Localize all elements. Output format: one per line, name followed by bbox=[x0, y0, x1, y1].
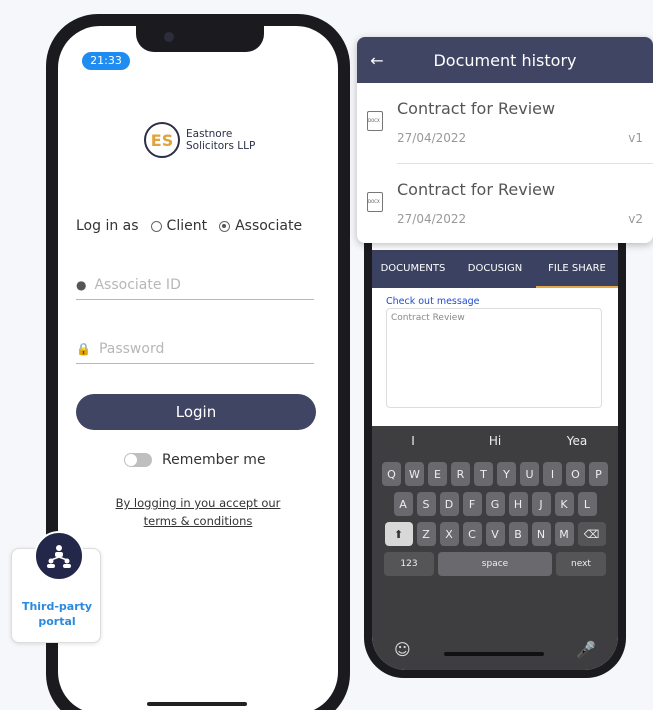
user-icon: ● bbox=[76, 277, 87, 292]
key[interactable]: Y bbox=[497, 462, 516, 486]
terms-line1[interactable]: By logging in you accept our bbox=[58, 494, 338, 512]
logo-line2: Solicitors LLP bbox=[186, 140, 256, 152]
key[interactable]: C bbox=[462, 522, 482, 546]
suggestion-3[interactable]: Yea bbox=[536, 434, 618, 448]
home-indicator bbox=[147, 702, 247, 706]
message-input[interactable]: Contract Review bbox=[386, 308, 602, 408]
third-party-line2[interactable]: portal bbox=[12, 614, 102, 629]
key[interactable]: G bbox=[485, 492, 505, 516]
document-date: 27/04/2022 bbox=[397, 131, 467, 145]
document-item[interactable]: Contract for Review 27/04/2022 v2 bbox=[367, 163, 653, 243]
keyboard: I Hi Yea Q W E R T Y U I O P A S D F G H… bbox=[372, 426, 618, 670]
emoji-icon[interactable]: ☺ bbox=[394, 640, 411, 659]
key-row-2: A S D F G H J K L bbox=[372, 492, 618, 516]
third-party-line1[interactable]: Third-party bbox=[12, 599, 102, 614]
key[interactable]: V bbox=[485, 522, 505, 546]
next-key[interactable]: next bbox=[556, 552, 606, 576]
login-as-row: Log in as Client Associate bbox=[76, 218, 302, 234]
suggestion-bar: I Hi Yea bbox=[372, 426, 618, 456]
key[interactable]: O bbox=[566, 462, 585, 486]
login-as-label: Log in as bbox=[76, 218, 139, 234]
associate-id-placeholder[interactable]: Associate ID bbox=[94, 277, 180, 293]
document-history-title: Document history bbox=[433, 50, 577, 70]
key[interactable]: S bbox=[416, 492, 436, 516]
third-party-portal-card[interactable]: Third-party portal bbox=[11, 531, 102, 643]
document-name[interactable]: Contract for Review bbox=[397, 99, 555, 118]
password-field[interactable]: 🔒 Password bbox=[76, 334, 314, 364]
logo-text: Eastnore Solicitors LLP bbox=[186, 128, 255, 152]
key[interactable]: T bbox=[474, 462, 493, 486]
remember-toggle[interactable] bbox=[124, 453, 152, 467]
key[interactable]: P bbox=[589, 462, 608, 486]
key[interactable]: L bbox=[577, 492, 597, 516]
key[interactable]: X bbox=[439, 522, 459, 546]
numbers-key[interactable]: 123 bbox=[384, 552, 434, 576]
message-label: Check out message bbox=[386, 296, 480, 307]
key[interactable]: H bbox=[508, 492, 528, 516]
key[interactable]: Q bbox=[382, 462, 401, 486]
docx-file-icon bbox=[367, 111, 383, 131]
document-history-header: ← Document history bbox=[357, 37, 653, 83]
key[interactable]: K bbox=[554, 492, 574, 516]
key[interactable]: F bbox=[462, 492, 482, 516]
option-client-label[interactable]: Client bbox=[167, 218, 208, 234]
document-version: v1 bbox=[628, 131, 643, 145]
terms-line2[interactable]: terms & conditions bbox=[58, 512, 338, 530]
space-key[interactable]: space bbox=[438, 552, 552, 576]
key-row-4: 123 space next bbox=[372, 552, 618, 576]
remember-label: Remember me bbox=[162, 452, 266, 468]
remember-row: Remember me bbox=[124, 452, 266, 468]
key[interactable]: N bbox=[531, 522, 551, 546]
key[interactable]: J bbox=[531, 492, 551, 516]
document-history-card: ← Document history Contract for Review 2… bbox=[357, 37, 653, 243]
key-row-1: Q W E R T Y U I O P bbox=[372, 462, 618, 486]
suggestion-1[interactable]: I bbox=[372, 434, 454, 448]
key[interactable]: U bbox=[520, 462, 539, 486]
shift-key-icon[interactable]: ⬆ bbox=[384, 522, 413, 546]
back-arrow-icon[interactable]: ← bbox=[357, 51, 397, 70]
terms-link[interactable]: By logging in you accept our terms & con… bbox=[58, 494, 338, 530]
key[interactable]: Z bbox=[416, 522, 436, 546]
tab-bar: DOCUMENTS DOCUSIGN FILE SHARE bbox=[372, 250, 618, 288]
status-time: 21:33 bbox=[82, 52, 130, 70]
associate-id-field[interactable]: ● Associate ID bbox=[76, 270, 314, 300]
backspace-key-icon[interactable]: ⌫ bbox=[577, 522, 606, 546]
keyboard-bottom-bar: ☺ 🎤 bbox=[372, 626, 618, 670]
document-version: v2 bbox=[628, 212, 643, 226]
tab-documents[interactable]: DOCUMENTS bbox=[372, 250, 454, 288]
key[interactable]: E bbox=[428, 462, 447, 486]
radio-client[interactable] bbox=[150, 220, 162, 232]
third-party-label[interactable]: Third-party portal bbox=[12, 599, 102, 629]
network-icon bbox=[34, 531, 84, 581]
radio-associate[interactable] bbox=[219, 220, 231, 232]
brand-logo: ES Eastnore Solicitors LLP bbox=[144, 122, 255, 158]
login-button[interactable]: Login bbox=[76, 394, 316, 430]
key[interactable]: B bbox=[508, 522, 528, 546]
document-name[interactable]: Contract for Review bbox=[397, 180, 555, 199]
logo-line1: Eastnore bbox=[186, 128, 233, 140]
document-date: 27/04/2022 bbox=[397, 212, 467, 226]
key[interactable]: M bbox=[554, 522, 574, 546]
password-placeholder[interactable]: Password bbox=[99, 341, 164, 357]
suggestion-2[interactable]: Hi bbox=[454, 434, 536, 448]
tab-docusign[interactable]: DOCUSIGN bbox=[454, 250, 536, 288]
key[interactable]: W bbox=[405, 462, 424, 486]
home-indicator bbox=[444, 652, 544, 656]
key[interactable]: R bbox=[451, 462, 470, 486]
tab-file-share[interactable]: FILE SHARE bbox=[536, 250, 618, 288]
logo-badge: ES bbox=[144, 122, 180, 158]
key[interactable]: D bbox=[439, 492, 459, 516]
docx-file-icon bbox=[367, 192, 383, 212]
microphone-icon[interactable]: 🎤 bbox=[576, 640, 596, 659]
document-item[interactable]: Contract for Review 27/04/2022 v1 bbox=[357, 83, 653, 163]
lock-icon: 🔒 bbox=[76, 341, 91, 356]
key[interactable]: I bbox=[543, 462, 562, 486]
option-associate-label[interactable]: Associate bbox=[235, 218, 302, 234]
key-row-3: ⬆ Z X C V B N M ⌫ bbox=[372, 522, 618, 546]
notch bbox=[136, 26, 264, 52]
key[interactable]: A bbox=[393, 492, 413, 516]
camera-icon bbox=[164, 32, 174, 42]
